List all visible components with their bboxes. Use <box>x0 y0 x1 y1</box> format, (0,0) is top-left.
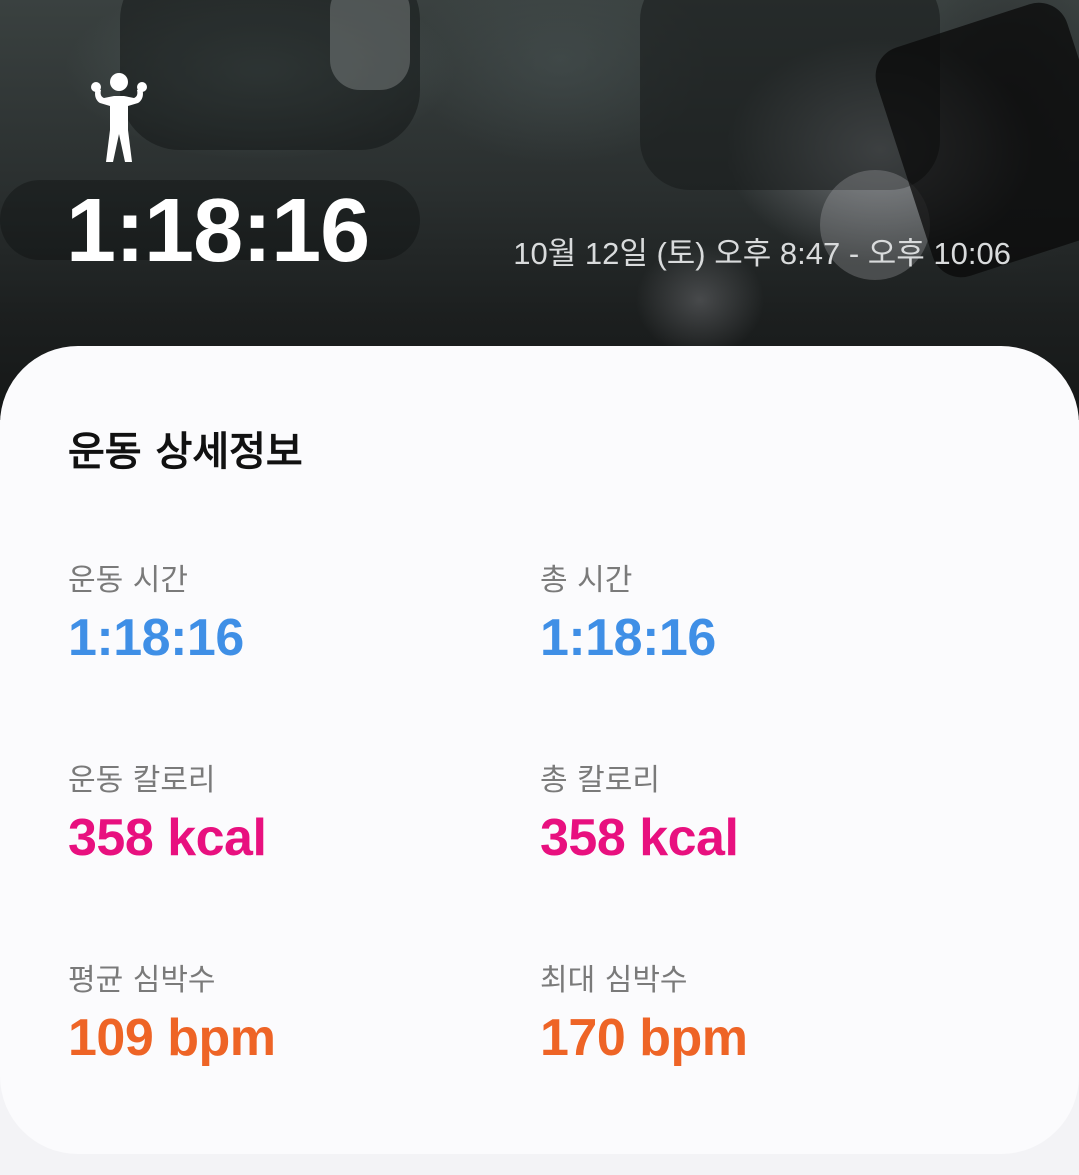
stat-value: 358 kcal <box>68 809 267 867</box>
stat-max-heart-rate: 최대 심박수 170 bpm <box>540 963 960 1067</box>
stat-average-heart-rate: 평균 심박수 109 bpm <box>68 963 488 1067</box>
workout-details-card: 운동 상세정보 운동 시간 1:18:16 총 시간 1:18:16 운동 칼로… <box>0 346 1079 1154</box>
stat-label: 총 시간 <box>540 563 633 598</box>
stat-exercise-calories: 운동 칼로리 358 kcal <box>68 763 488 867</box>
workout-duration: 1:18:16 <box>66 181 370 281</box>
stat-value: 170 bpm <box>540 1009 748 1067</box>
stat-label: 운동 칼로리 <box>68 763 216 798</box>
stat-value: 358 kcal <box>540 809 739 867</box>
section-title: 운동 상세정보 <box>68 429 303 475</box>
stat-label: 평균 심박수 <box>68 963 216 998</box>
stat-label: 운동 시간 <box>68 563 188 598</box>
stat-value: 1:18:16 <box>68 609 244 667</box>
stat-value: 1:18:16 <box>540 609 716 667</box>
stat-value: 109 bpm <box>68 1009 276 1067</box>
stat-total-time: 총 시간 1:18:16 <box>540 563 960 667</box>
stat-label: 총 칼로리 <box>540 763 660 798</box>
background-shape <box>330 0 410 90</box>
workout-time-range: 10월 12일 (토) 오후 8:47 - 오후 10:06 <box>513 236 1011 271</box>
stat-label: 최대 심박수 <box>540 963 688 998</box>
workout-detail-screen: 1:18:16 10월 12일 (토) 오후 8:47 - 오후 10:06 운… <box>0 0 1079 1175</box>
person-flexing-icon <box>91 73 147 162</box>
stat-total-calories: 총 칼로리 358 kcal <box>540 763 960 867</box>
stat-exercise-time: 운동 시간 1:18:16 <box>68 563 488 667</box>
